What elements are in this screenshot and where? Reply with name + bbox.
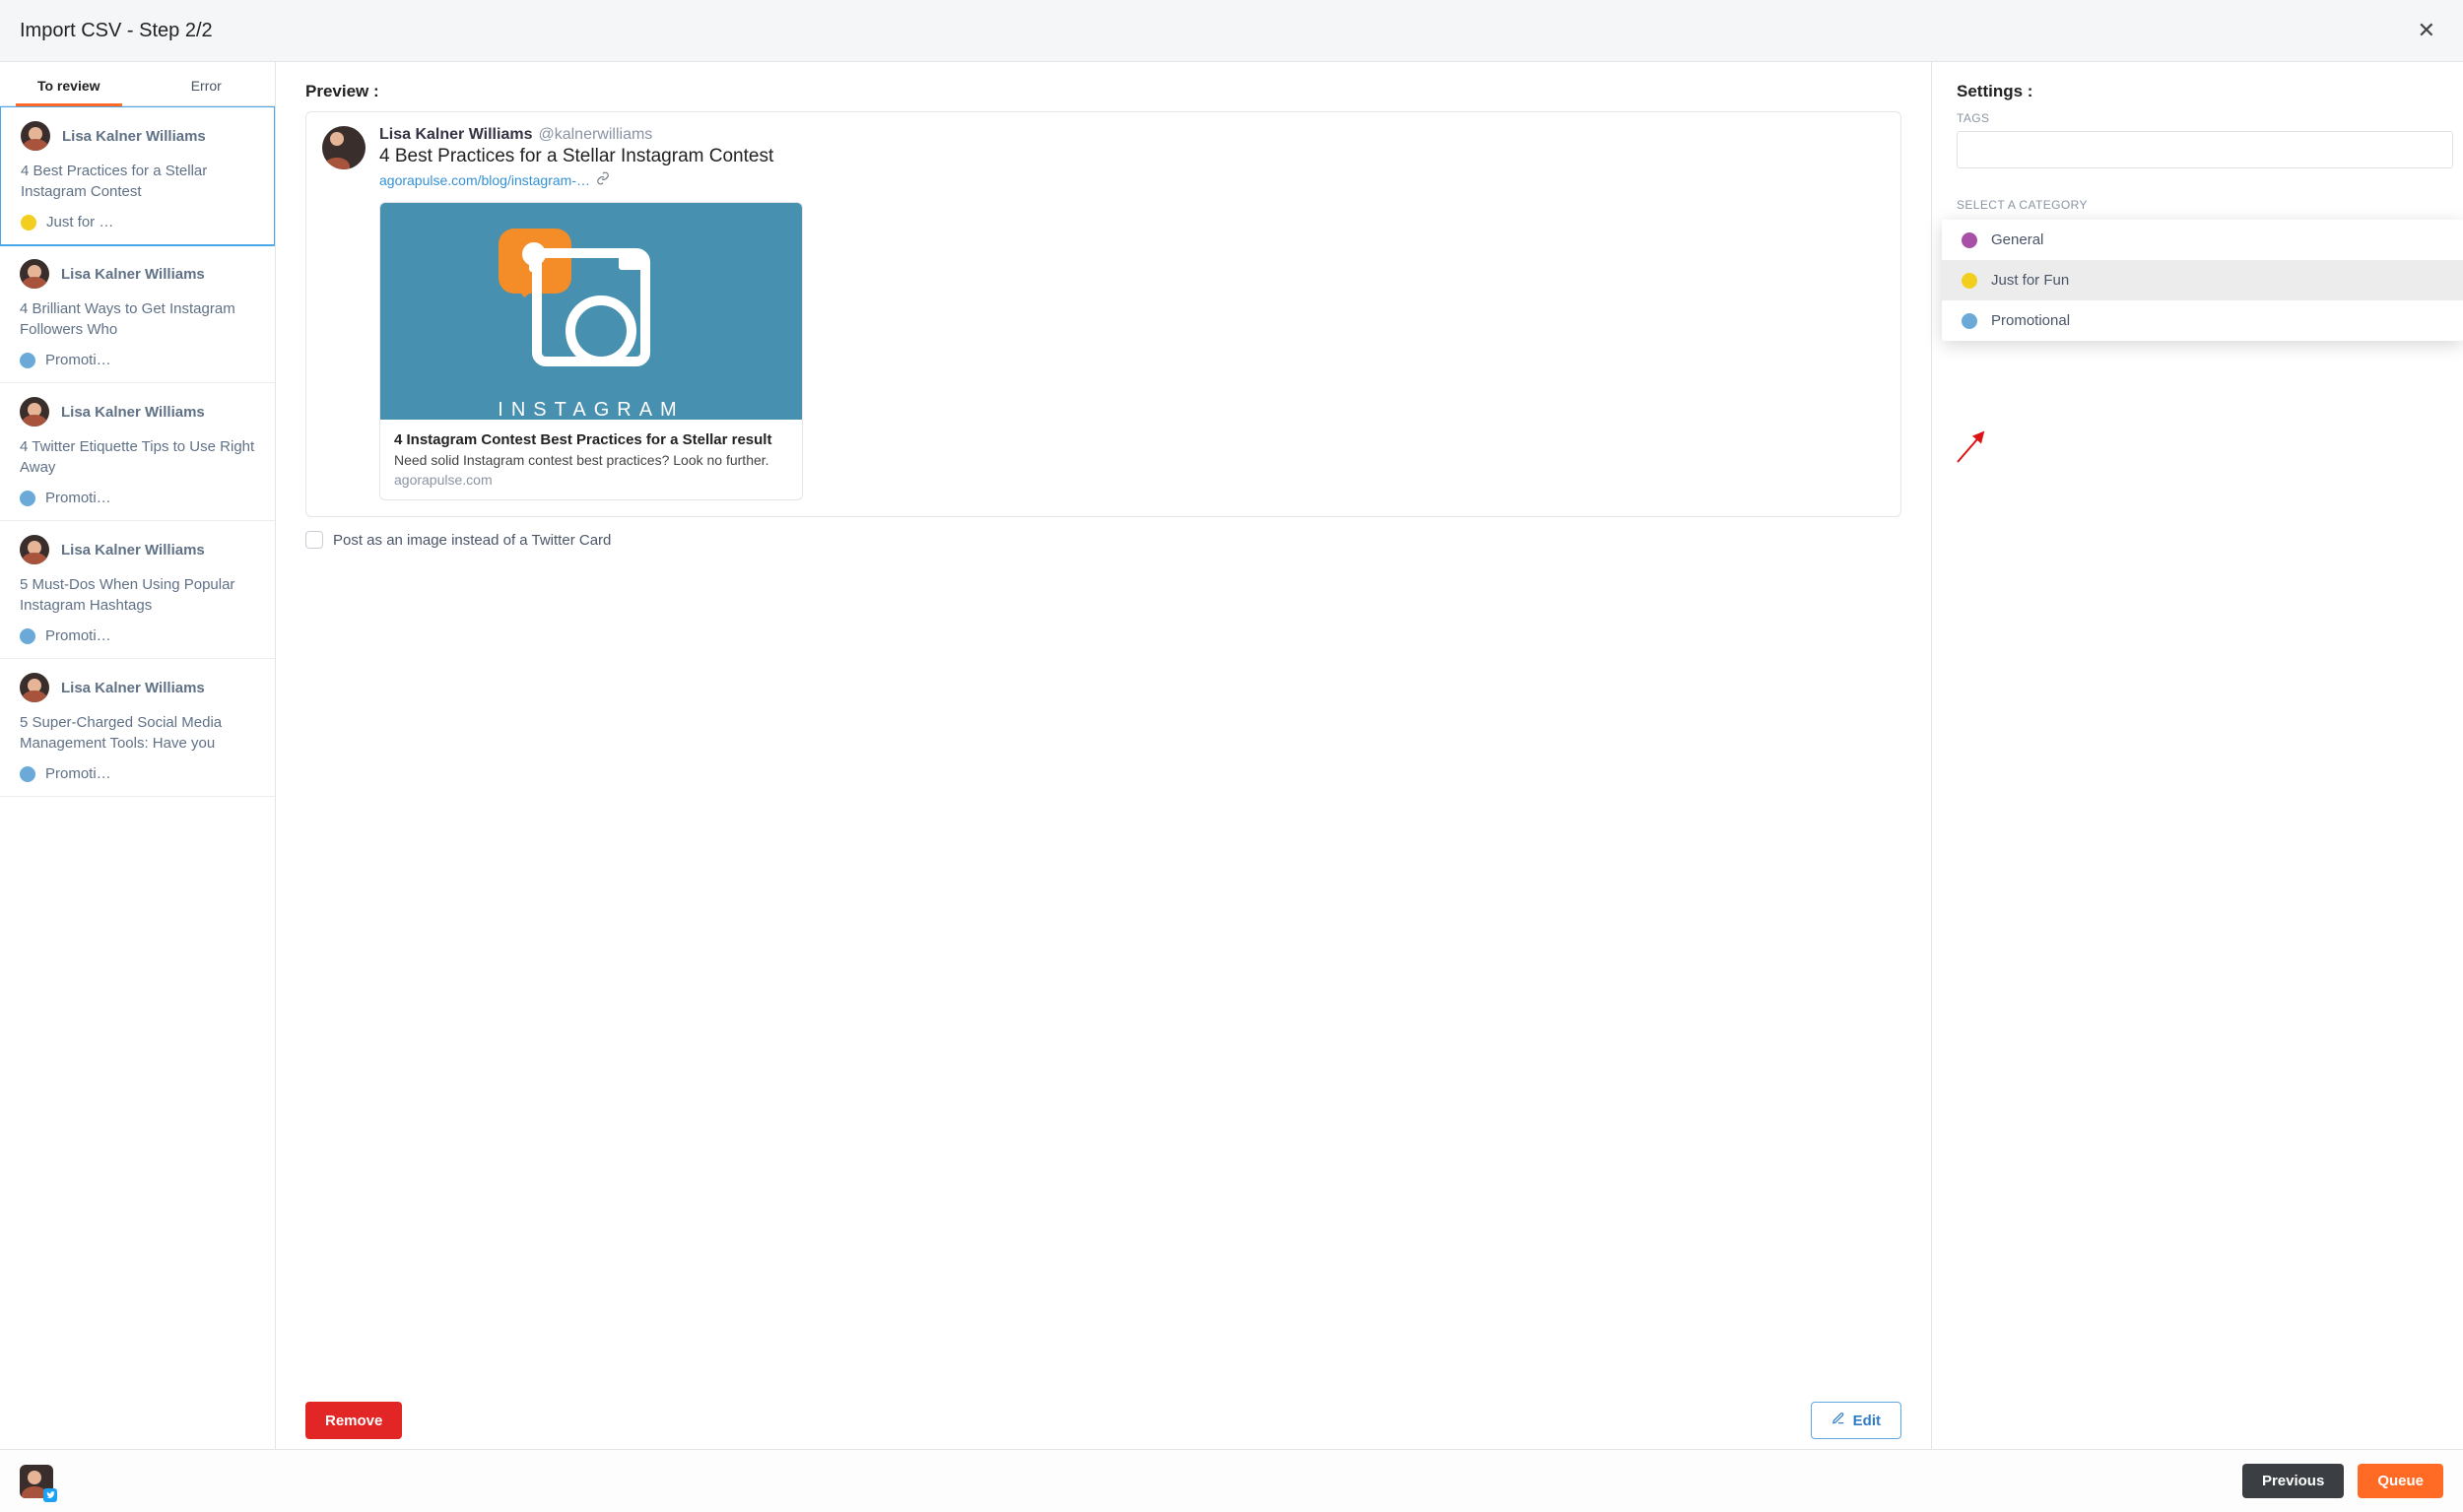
settings-pane: Settings : TAGS SELECT A CATEGORY Genera… xyxy=(1931,62,2463,1449)
modal-body: To review Error Lisa Kalner Williams 4 Be… xyxy=(0,62,2463,1449)
category-dropdown[interactable]: General Just for Fun Promotional xyxy=(1942,220,2463,341)
post-as-image-label: Post as an image instead of a Twitter Ca… xyxy=(333,532,611,549)
post-title: 5 Super-Charged Social Media Management … xyxy=(20,712,257,754)
post-title: 5 Must-Dos When Using Popular Instagram … xyxy=(20,574,257,616)
category-dot-icon xyxy=(20,491,35,506)
category-dot-icon xyxy=(20,766,35,782)
preview-link[interactable]: agorapulse.com/blog/instagram-… xyxy=(379,172,590,188)
post-title: 4 Best Practices for a Stellar Instagram… xyxy=(21,161,256,202)
review-tabs: To review Error xyxy=(0,62,275,106)
import-csv-modal: Import CSV - Step 2/2 ✕ To review Error … xyxy=(0,0,2463,1512)
modal-footer: Previous Queue xyxy=(0,1449,2463,1512)
category-dot-icon xyxy=(20,353,35,368)
post-item[interactable]: Lisa Kalner Williams 5 Super-Charged Soci… xyxy=(0,659,275,797)
preview-author-handle: @kalnerwilliams xyxy=(538,126,652,144)
post-as-image-row[interactable]: Post as an image instead of a Twitter Ca… xyxy=(305,531,1901,549)
category-dot-icon xyxy=(21,215,36,230)
twitter-badge-icon xyxy=(43,1488,57,1502)
preview-actions: Remove Edit xyxy=(305,1388,1901,1439)
tags-input[interactable] xyxy=(1957,131,2453,168)
avatar xyxy=(20,535,49,564)
preview-pane: Preview : Lisa Kalner Williams @kalnerwi… xyxy=(276,62,1931,1449)
avatar xyxy=(20,397,49,427)
annotation-arrow-icon xyxy=(1952,427,1991,466)
close-icon: ✕ xyxy=(2418,18,2435,42)
post-category: Promoti… xyxy=(45,627,111,644)
category-option[interactable]: Just for Fun xyxy=(1942,260,2463,300)
card-description: Need solid Instagram contest best practi… xyxy=(394,452,788,468)
tags-label: TAGS xyxy=(1957,111,2463,125)
preview-text: 4 Best Practices for a Stellar Instagram… xyxy=(379,146,1885,167)
post-as-image-checkbox[interactable] xyxy=(305,531,323,549)
close-button[interactable]: ✕ xyxy=(2410,14,2443,47)
twitter-card: INSTAGRAM 4 Instagram Contest Best Pract… xyxy=(379,202,803,500)
queue-button[interactable]: Queue xyxy=(2358,1464,2443,1498)
post-item[interactable]: Lisa Kalner Williams 4 Twitter Etiquette … xyxy=(0,383,275,521)
category-dot-icon xyxy=(1962,313,1977,329)
link-icon xyxy=(596,171,610,188)
previous-button[interactable]: Previous xyxy=(2242,1464,2344,1498)
tab-to-review[interactable]: To review xyxy=(0,62,138,105)
preview-header: Lisa Kalner Williams @kalnerwilliams 4 B… xyxy=(322,126,1885,500)
avatar xyxy=(20,673,49,702)
card-image: INSTAGRAM xyxy=(380,203,802,420)
category-option-label: Just for Fun xyxy=(1991,272,2069,289)
category-option-label: General xyxy=(1991,231,2043,248)
post-list[interactable]: Lisa Kalner Williams 4 Best Practices for… xyxy=(0,106,275,1449)
modal-title: Import CSV - Step 2/2 xyxy=(20,20,213,42)
category-dot-icon xyxy=(20,628,35,644)
category-option[interactable]: General xyxy=(1942,220,2463,260)
tab-error[interactable]: Error xyxy=(138,62,276,105)
camera-icon xyxy=(532,248,650,366)
post-author-name: Lisa Kalner Williams xyxy=(61,680,205,696)
post-author-name: Lisa Kalner Williams xyxy=(61,404,205,421)
modal-header: Import CSV - Step 2/2 ✕ xyxy=(0,0,2463,62)
post-item[interactable]: Lisa Kalner Williams 5 Must-Dos When Usin… xyxy=(0,521,275,659)
preview-card: Lisa Kalner Williams @kalnerwilliams 4 B… xyxy=(305,111,1901,517)
preview-scroll[interactable]: Lisa Kalner Williams @kalnerwilliams 4 B… xyxy=(305,111,1901,1388)
post-category: Just for … xyxy=(46,214,113,230)
category-dot-icon xyxy=(1962,273,1977,289)
settings-heading: Settings : xyxy=(1957,82,2463,101)
category-option[interactable]: Promotional xyxy=(1942,300,2463,341)
post-title: 4 Brilliant Ways to Get Instagram Follow… xyxy=(20,298,257,340)
post-author-name: Lisa Kalner Williams xyxy=(61,266,205,283)
avatar xyxy=(20,259,49,289)
avatar xyxy=(21,121,50,151)
edit-button[interactable]: Edit xyxy=(1811,1402,1901,1439)
remove-button[interactable]: Remove xyxy=(305,1402,402,1439)
preview-heading: Preview : xyxy=(305,82,1901,101)
post-item[interactable]: Lisa Kalner Williams 4 Brilliant Ways to … xyxy=(0,245,275,383)
category-option-label: Promotional xyxy=(1991,312,2070,329)
post-category: Promoti… xyxy=(45,765,111,782)
select-category-label: SELECT A CATEGORY xyxy=(1957,198,2463,212)
post-category: Promoti… xyxy=(45,352,111,368)
card-brand-text: INSTAGRAM xyxy=(498,399,684,420)
preview-author-name: Lisa Kalner Williams xyxy=(379,126,532,144)
post-author-name: Lisa Kalner Williams xyxy=(61,542,205,559)
card-title: 4 Instagram Contest Best Practices for a… xyxy=(394,431,788,448)
post-title: 4 Twitter Etiquette Tips to Use Right Aw… xyxy=(20,436,257,478)
left-pane: To review Error Lisa Kalner Williams 4 Be… xyxy=(0,62,276,1449)
preview-avatar xyxy=(322,126,366,169)
post-author-name: Lisa Kalner Williams xyxy=(62,128,206,145)
pencil-icon xyxy=(1831,1412,1845,1429)
card-domain: agorapulse.com xyxy=(394,472,788,488)
post-item[interactable]: Lisa Kalner Williams 4 Best Practices for… xyxy=(0,106,275,246)
post-category: Promoti… xyxy=(45,490,111,506)
footer-profile[interactable] xyxy=(20,1465,53,1498)
category-dot-icon xyxy=(1962,232,1977,248)
